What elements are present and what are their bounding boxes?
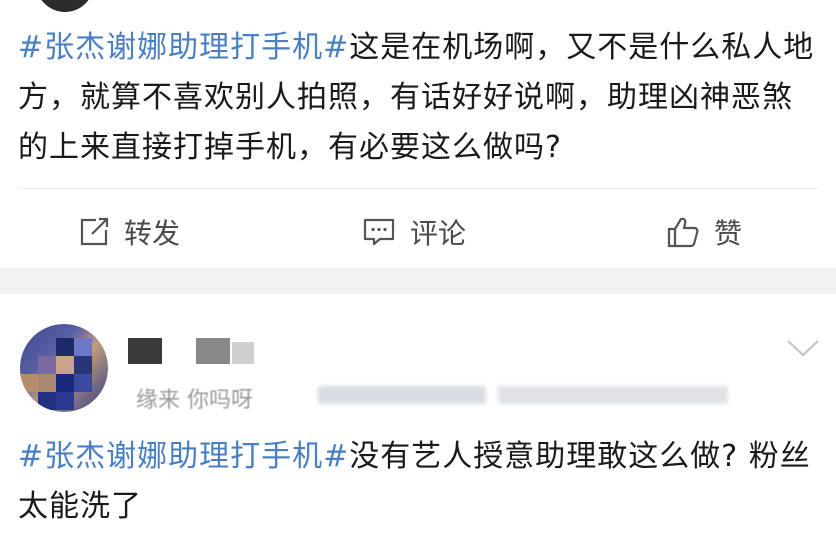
hashtag-link[interactable]: #张杰谢娜助理打手机#	[18, 30, 349, 65]
repost-label: 转发	[124, 217, 181, 250]
like-icon	[667, 217, 699, 248]
comment-label: 评论	[410, 217, 467, 250]
post-meta: 缘来 你吗呀	[136, 388, 253, 413]
avatar[interactable]	[36, 0, 94, 12]
post-card: 缘来 你吗呀 #张杰谢娜助理打手机#没有艺人授意助理敢这么做? 粉丝太能洗了	[0, 294, 836, 550]
meta-obscured	[318, 386, 486, 404]
comment-button[interactable]: 评论	[362, 200, 466, 264]
username-obscured[interactable]	[128, 338, 162, 364]
meta-obscured	[498, 386, 728, 404]
hashtag-link[interactable]: #张杰谢娜助理打手机#	[18, 439, 349, 474]
post-card: #张杰谢娜助理打手机#这是在机场啊，又不是什么私人地方，就算不喜欢别人拍照，有话…	[0, 0, 836, 268]
repost-button[interactable]: 转发	[78, 200, 180, 264]
action-bar: 转发 评论 赞	[0, 200, 836, 264]
repost-icon	[80, 217, 109, 246]
divider	[18, 188, 818, 189]
post-body: #张杰谢娜助理打手机#没有艺人授意助理敢这么做? 粉丝太能洗了	[18, 432, 816, 532]
like-button[interactable]: 赞	[666, 200, 742, 264]
avatar[interactable]	[20, 324, 108, 412]
username-obscured	[196, 338, 230, 364]
like-label: 赞	[714, 217, 743, 250]
chevron-down-icon[interactable]	[786, 338, 820, 358]
username-obscured	[232, 342, 254, 364]
post-body: #张杰谢娜助理打手机#这是在机场啊，又不是什么私人地方，就算不喜欢别人拍照，有话…	[18, 23, 816, 173]
comment-icon	[363, 218, 395, 246]
